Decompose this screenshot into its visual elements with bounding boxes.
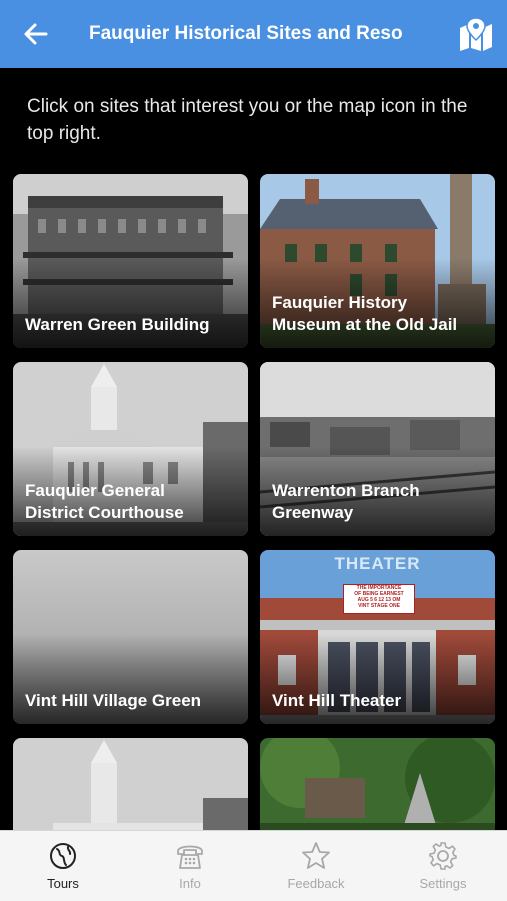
tab-label: Settings — [419, 876, 467, 891]
tab-label: Feedback — [287, 876, 345, 891]
site-name: Fauquier General District Courthouse — [25, 481, 184, 522]
tab-feedback[interactable]: Feedback — [253, 831, 379, 901]
site-card-old-jail[interactable]: Fauquier History Museum at the Old Jail — [260, 174, 495, 348]
site-name: Vint Hill Theater — [272, 691, 402, 710]
phone-icon — [177, 845, 203, 869]
site-name: Fauquier History Museum at the Old Jail — [272, 293, 458, 334]
tab-tours[interactable]: Tours — [0, 831, 126, 901]
site-card-village-green[interactable]: Vint Hill Village Green — [13, 550, 248, 724]
monument-photo — [260, 738, 495, 830]
tab-info[interactable]: Info — [127, 831, 253, 901]
site-card-warren-green[interactable]: Warren Green Building — [13, 174, 248, 348]
site-card-greenway[interactable]: Warrenton Branch Greenway — [260, 362, 495, 536]
site-name: Warrenton Branch Greenway — [272, 481, 420, 522]
site-card-theater[interactable]: THEATER THE IMPORTANCE OF BEING EARNEST … — [260, 550, 495, 724]
star-icon — [302, 842, 330, 869]
tab-label: Info — [179, 876, 201, 891]
intro-text: Click on sites that interest you or the … — [27, 96, 468, 144]
site-card-monument[interactable] — [260, 738, 495, 830]
site-name: Vint Hill Village Green — [25, 691, 202, 710]
arrow-left-icon[interactable] — [22, 20, 50, 48]
tab-label: Tours — [47, 876, 79, 891]
sites-grid: Warren Green Building Fauquier History M… — [13, 174, 495, 830]
globe-icon — [50, 843, 76, 869]
courthouse-photo — [13, 738, 248, 830]
tab-settings[interactable]: Settings — [380, 831, 506, 901]
theater-marquee: THEATER THE IMPORTANCE OF BEING EARNEST … — [315, 554, 440, 614]
app-header: Fauquier Historical Sites and Reso — [0, 0, 507, 68]
gear-icon — [429, 842, 457, 870]
marquee-board: THE IMPORTANCE OF BEING EARNEST AUG 5 6 … — [343, 584, 415, 614]
site-card-courthouse-2[interactable] — [13, 738, 248, 830]
tab-bar: Tours Info Feedback Settings — [0, 830, 507, 901]
site-name: Warren Green Building — [25, 315, 210, 334]
theater-sign-title: THEATER — [334, 554, 421, 573]
map-pin-icon[interactable] — [458, 16, 494, 52]
page-title: Fauquier Historical Sites and Reso — [89, 23, 403, 44]
site-card-courthouse[interactable]: Fauquier General District Courthouse — [13, 362, 248, 536]
